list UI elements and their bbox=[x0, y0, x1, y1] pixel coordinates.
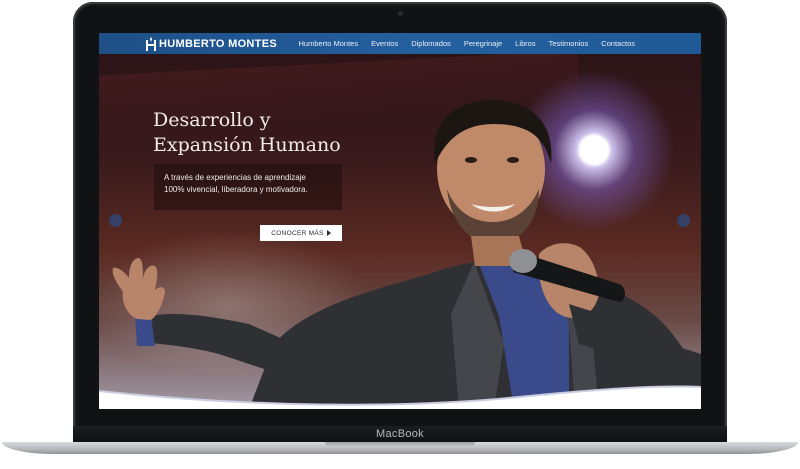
nav-eventos[interactable]: Eventos bbox=[371, 39, 398, 48]
nav-libros[interactable]: Libros bbox=[515, 39, 535, 48]
hero-banner: Desarrollo y Expansión Humano A través d… bbox=[99, 54, 701, 409]
laptop-screen: HUMBERTO MONTES Humberto Montes Eventos … bbox=[99, 33, 701, 409]
slider-prev-dot[interactable] bbox=[109, 214, 122, 227]
main-menu: Humberto Montes Eventos Diplomados Pereg… bbox=[285, 33, 635, 54]
nav-testimonios[interactable]: Testimonios bbox=[549, 39, 589, 48]
cta-label: CONOCER MÁS bbox=[271, 229, 324, 237]
nav-diplomados[interactable]: Diplomados bbox=[411, 39, 451, 48]
laptop-notch bbox=[325, 442, 475, 447]
hero-wave-divider bbox=[99, 385, 701, 409]
site-logo[interactable]: HUMBERTO MONTES bbox=[146, 36, 277, 52]
hero-title: Desarrollo y Expansión Humano bbox=[153, 108, 341, 158]
play-triangle-icon bbox=[326, 230, 331, 236]
hero-title-line1: Desarrollo y bbox=[153, 109, 271, 131]
camera-icon bbox=[398, 11, 403, 16]
logo-text: HUMBERTO MONTES bbox=[159, 38, 277, 50]
hero-subtitle: A través de experiencias de aprendizaje … bbox=[154, 164, 342, 210]
slider-next-dot[interactable] bbox=[677, 214, 690, 227]
hero-title-line2: Expansión Humano bbox=[153, 134, 341, 156]
navbar: HUMBERTO MONTES Humberto Montes Eventos … bbox=[99, 33, 701, 54]
logo-icon bbox=[146, 37, 156, 51]
nav-contactos[interactable]: Contactos bbox=[601, 39, 635, 48]
nav-peregrinaje[interactable]: Peregrinaje bbox=[464, 39, 502, 48]
hero-subtitle-line1: A través de experiencias de aprendizaje bbox=[164, 173, 306, 182]
nav-humberto-montes[interactable]: Humberto Montes bbox=[298, 39, 358, 48]
conocer-mas-button[interactable]: CONOCER MÁS bbox=[260, 225, 342, 241]
device-label: MacBook bbox=[376, 428, 424, 440]
hero-subtitle-line2: 100% vivencial, liberadora y motivadora. bbox=[164, 185, 308, 194]
